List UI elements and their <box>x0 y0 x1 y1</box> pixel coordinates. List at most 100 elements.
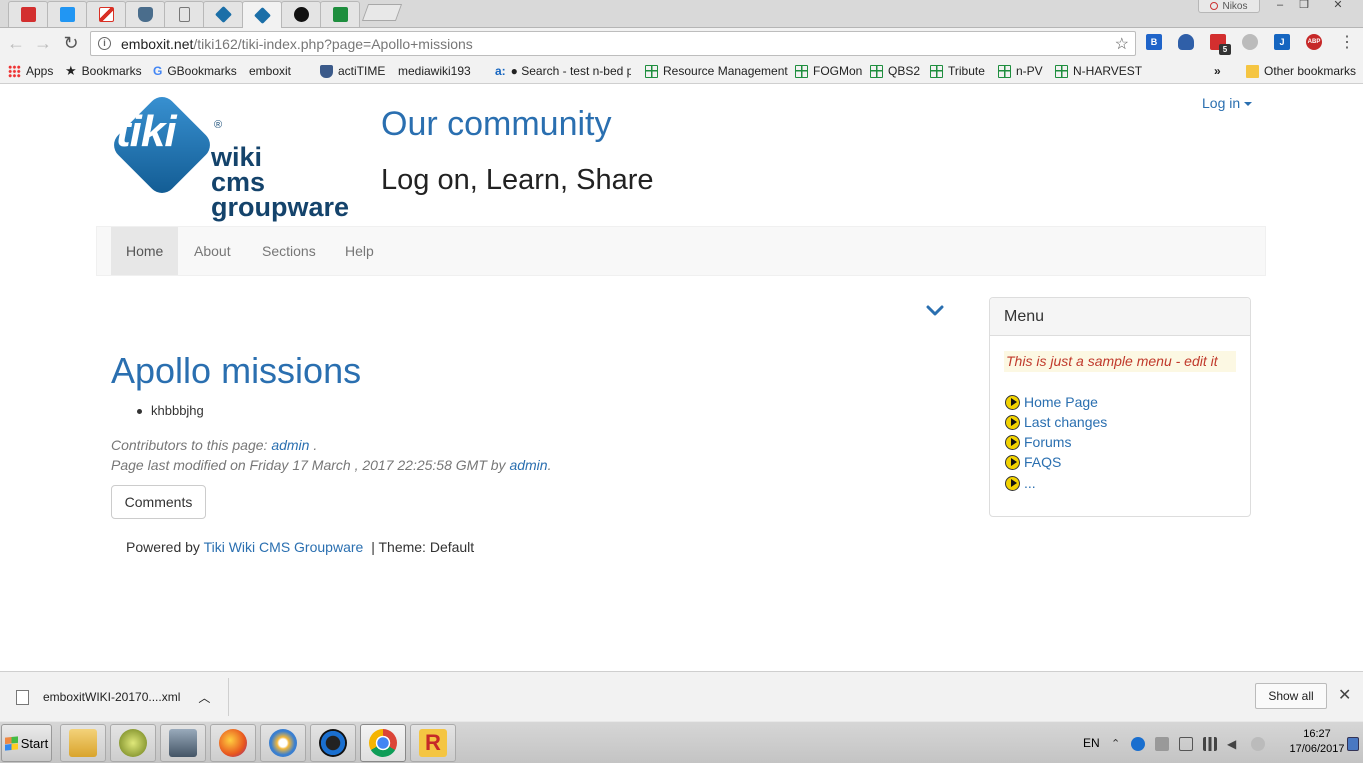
browser-tab[interactable] <box>281 1 321 27</box>
bookmark-qbs2[interactable]: QBS2 <box>870 63 920 79</box>
bolt-app-icon <box>293 7 309 22</box>
browser-tab[interactable] <box>203 1 243 27</box>
sheet-icon <box>795 64 808 78</box>
comments-button[interactable]: Comments <box>111 485 206 519</box>
cloud-tray-icon[interactable] <box>1251 737 1265 751</box>
tray-app-icon[interactable] <box>1155 737 1169 751</box>
bookmark-star-icon[interactable]: ☆ <box>1115 34 1129 54</box>
menu-item-home-page[interactable]: Home Page <box>1005 393 1098 411</box>
profile-chip[interactable]: Nikos <box>1198 0 1260 13</box>
chevron-up-icon[interactable]: ︿ <box>198 689 210 706</box>
bookmarks-overflow-icon[interactable]: » <box>1214 63 1221 79</box>
other-bookmarks[interactable]: Other bookmarks <box>1246 63 1356 79</box>
browser-tab[interactable] <box>164 1 204 27</box>
bookmark-mediawiki[interactable]: mediawiki193 <box>398 63 471 161</box>
page-actions-chevron-icon[interactable] <box>926 305 944 317</box>
signal-tray-icon[interactable] <box>1203 737 1217 751</box>
close-window-icon[interactable]: ✕ <box>1326 0 1350 12</box>
download-filename: emboxitWIKI-20170....xml <box>43 690 181 704</box>
bookmark-gbookmarks[interactable]: G GBookmarks <box>153 63 237 79</box>
taskbar-firefox[interactable] <box>210 724 256 762</box>
star-icon: ★ <box>65 63 77 78</box>
mic-extension-icon[interactable] <box>1178 34 1194 50</box>
show-desktop-icon[interactable] <box>1347 737 1359 751</box>
ccleaner-tray-icon[interactable] <box>1131 737 1145 751</box>
a-icon: a: <box>495 64 506 78</box>
taskbar-app[interactable] <box>110 724 156 762</box>
info-icon[interactable]: i <box>98 37 111 50</box>
browser-tab[interactable] <box>320 1 360 27</box>
sheet-icon <box>870 64 883 78</box>
j-extension-icon[interactable]: J <box>1274 34 1290 50</box>
bookmark-fogmon[interactable]: FOGMon <box>795 63 862 79</box>
power-tray-icon[interactable] <box>1179 737 1193 751</box>
menu-item-faqs[interactable]: FAQS <box>1005 453 1061 471</box>
tiki-link[interactable]: Tiki Wiki CMS Groupware <box>204 539 364 555</box>
taskbar-app[interactable]: R <box>410 724 456 762</box>
url-text[interactable]: emboxit.net/tiki162/tiki-index.php?page=… <box>121 36 473 52</box>
browser-tab[interactable] <box>8 1 48 27</box>
address-bar[interactable]: i emboxit.net/tiki162/tiki-index.php?pag… <box>90 31 1136 56</box>
nav-home[interactable]: Home <box>111 227 179 275</box>
d-app-icon <box>59 7 75 22</box>
bookmark-label: mediawiki193 <box>398 64 471 78</box>
gmail-icon <box>98 7 114 22</box>
browser-tab[interactable] <box>86 1 126 27</box>
nav-help[interactable]: Help <box>330 227 389 275</box>
taskbar-ccleaner[interactable] <box>310 724 356 762</box>
tiki-logo[interactable]: tiki ® wiki cms groupware <box>108 91 355 227</box>
menu-item-more[interactable]: ... <box>1005 474 1036 492</box>
bookmark-nharvest[interactable]: N-HARVEST <box>1055 63 1142 79</box>
back-icon[interactable]: ← <box>5 32 27 54</box>
nav-sections[interactable]: Sections <box>247 227 331 275</box>
bookmark-label: GBookmarks <box>167 64 237 78</box>
logo-word: tiki <box>116 107 177 156</box>
login-dropdown[interactable]: Log in <box>1202 95 1253 111</box>
menu-item-last-changes[interactable]: Last changes <box>1005 413 1107 431</box>
logo-line-groupware: groupware <box>211 192 350 222</box>
bookmark-apps[interactable]: Apps <box>8 63 53 79</box>
contributor-link[interactable]: admin <box>271 437 309 453</box>
minimize-icon[interactable]: ‒ <box>1268 0 1292 12</box>
bookmark-bookmarks[interactable]: ★ Bookmarks <box>65 63 142 79</box>
tray-expand-icon[interactable]: ⌃ <box>1111 737 1125 751</box>
b-extension-icon[interactable]: B <box>1146 34 1162 50</box>
restore-icon[interactable]: ❐ <box>1292 0 1316 12</box>
contributors-suffix: . <box>309 437 318 453</box>
adblock-icon[interactable]: ABP <box>1306 34 1322 50</box>
clock-date: 17/06/2017 <box>1289 743 1345 755</box>
new-tab-button[interactable] <box>361 4 403 21</box>
browser-tab-active[interactable] <box>242 1 282 28</box>
clock[interactable]: 16:27 17/06/2017 <box>1289 727 1345 757</box>
arrow-right-icon <box>1005 475 1020 491</box>
taskbar-chrome[interactable] <box>360 724 406 762</box>
modified-by-link[interactable]: admin <box>509 457 547 473</box>
show-all-button[interactable]: Show all <box>1255 683 1327 709</box>
nav-about[interactable]: About <box>179 227 246 275</box>
reload-icon[interactable]: ↻ <box>60 32 82 54</box>
bookmark-search[interactable]: a: ● Search - test n-bed pr <box>495 63 631 79</box>
r-app-icon: R <box>419 729 447 757</box>
cloud-extension-icon[interactable] <box>1242 34 1258 50</box>
download-item[interactable]: emboxitWIKI-20170....xml ︿ <box>16 684 210 710</box>
bookmark-resource-management[interactable]: Resource Management <box>645 63 788 79</box>
menu-item-forums[interactable]: Forums <box>1005 433 1071 451</box>
bookmark-actitime[interactable]: actiTIME <box>320 63 385 79</box>
bookmark-npv[interactable]: n-PV <box>998 63 1043 79</box>
browser-tab[interactable] <box>47 1 87 27</box>
tab-strip: Nikos ‒ ❐ ✕ <box>0 0 1363 28</box>
bookmark-label: Apps <box>26 64 54 78</box>
bookmark-emboxit[interactable]: emboxit <box>249 63 291 161</box>
volume-tray-icon[interactable]: ◀ <box>1227 737 1241 751</box>
menu-item-label: Last changes <box>1024 414 1108 430</box>
taskbar-app[interactable] <box>160 724 206 762</box>
taskbar-explorer[interactable] <box>60 724 106 762</box>
close-shelf-icon[interactable]: ✕ <box>1338 685 1351 705</box>
taskbar-app[interactable] <box>260 724 306 762</box>
browser-tab[interactable] <box>125 1 165 27</box>
start-button[interactable]: Start <box>1 724 52 762</box>
bookmark-tribute[interactable]: Tribute <box>930 63 985 79</box>
chrome-menu-icon[interactable]: ⋮ <box>1336 32 1358 54</box>
language-indicator[interactable]: EN <box>1083 736 1100 750</box>
forward-icon[interactable]: → <box>32 32 54 54</box>
